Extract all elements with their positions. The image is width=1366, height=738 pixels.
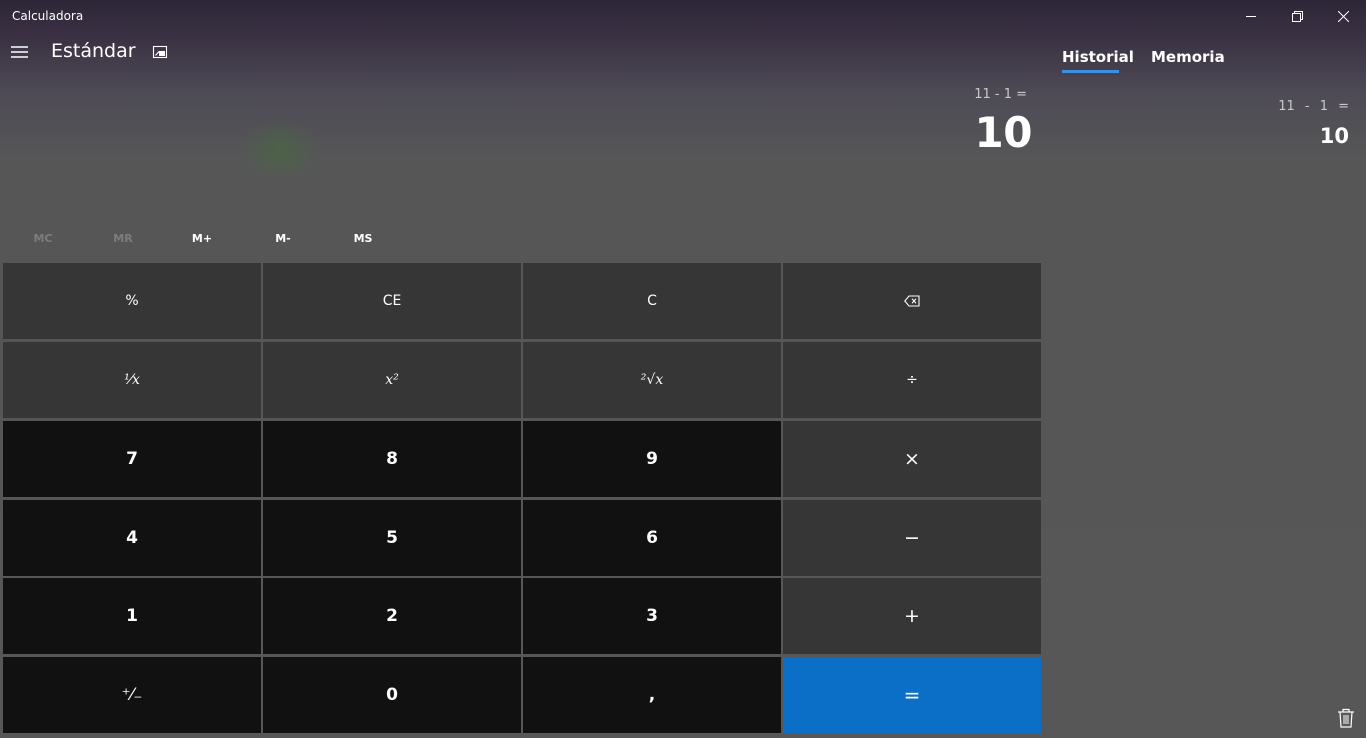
square-button[interactable]: x² <box>263 342 521 418</box>
clear-entry-button[interactable]: CE <box>263 263 521 339</box>
keypad: % CE C ¹⁄x x² ²√x ÷ 7 8 9 × 4 5 6 − 1 2 … <box>3 263 1043 735</box>
subtract-button[interactable]: − <box>783 500 1041 576</box>
digit-1-button[interactable]: 1 <box>3 578 261 654</box>
digit-4-button[interactable]: 4 <box>3 500 261 576</box>
backspace-icon <box>904 295 920 307</box>
keep-on-top-icon[interactable] <box>152 44 168 60</box>
memory-subtract-button[interactable]: M- <box>243 232 323 245</box>
minimize-button[interactable] <box>1228 0 1274 32</box>
clear-button[interactable]: C <box>523 263 781 339</box>
multiply-button[interactable]: × <box>783 421 1041 497</box>
close-button[interactable] <box>1320 0 1366 32</box>
hamburger-icon[interactable] <box>11 45 29 59</box>
decimal-separator-button[interactable]: , <box>523 657 781 733</box>
add-button[interactable]: + <box>783 578 1041 654</box>
restore-icon <box>1291 10 1303 22</box>
memory-recall-button[interactable]: MR <box>83 232 163 245</box>
tab-history[interactable]: Historial <box>1062 48 1134 66</box>
close-icon <box>1337 10 1349 22</box>
backspace-button[interactable] <box>783 263 1041 339</box>
digit-3-button[interactable]: 3 <box>523 578 781 654</box>
memory-clear-button[interactable]: MC <box>3 232 83 245</box>
result-display: 10 <box>974 108 1033 157</box>
digit-5-button[interactable]: 5 <box>263 500 521 576</box>
minimize-icon <box>1246 16 1256 17</box>
digit-6-button[interactable]: 6 <box>523 500 781 576</box>
memory-store-button[interactable]: MS <box>323 232 403 245</box>
digit-7-button[interactable]: 7 <box>3 421 261 497</box>
trash-icon[interactable] <box>1337 708 1355 728</box>
active-tab-indicator <box>1062 70 1119 73</box>
tab-memory[interactable]: Memoria <box>1151 48 1225 66</box>
restore-button[interactable] <box>1274 0 1320 32</box>
equals-button[interactable]: = <box>783 657 1041 733</box>
app-title: Calculadora <box>12 9 84 23</box>
percent-button[interactable]: % <box>3 263 261 339</box>
digit-9-button[interactable]: 9 <box>523 421 781 497</box>
expression-display: 11 - 1 = <box>974 87 1027 102</box>
divide-button[interactable]: ÷ <box>783 342 1041 418</box>
memory-add-button[interactable]: M+ <box>162 232 242 245</box>
mode-title: Estándar <box>51 40 136 62</box>
history-item-result: 10 <box>1319 124 1349 148</box>
square-root-button[interactable]: ²√x <box>523 342 781 418</box>
reciprocal-button[interactable]: ¹⁄x <box>3 342 261 418</box>
negate-button[interactable]: ⁺⁄₋ <box>3 657 261 733</box>
digit-2-button[interactable]: 2 <box>263 578 521 654</box>
digit-8-button[interactable]: 8 <box>263 421 521 497</box>
title-bar: Calculadora <box>0 0 1366 32</box>
digit-0-button[interactable]: 0 <box>263 657 521 733</box>
history-item-expression: 11 - 1 = <box>1278 99 1349 114</box>
